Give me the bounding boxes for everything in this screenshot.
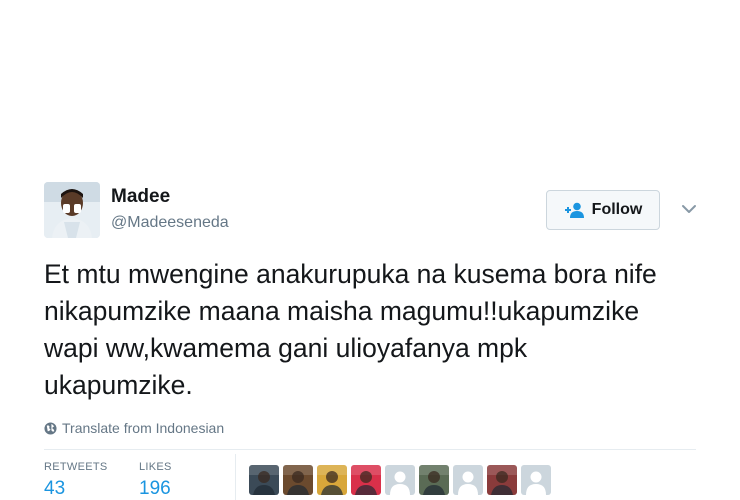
default-avatar-icon [385, 465, 415, 495]
user-avatar[interactable] [44, 182, 100, 238]
retweets-label: RETWEETS [44, 461, 108, 473]
stats-separator [235, 454, 236, 500]
liker-avatar[interactable] [385, 465, 415, 495]
tweet-text: Et mtu mwengine anakurupuka na kusema bo… [44, 259, 657, 400]
likes-label: LIKES [139, 461, 172, 473]
retweets-stat[interactable]: RETWEETS 43 [44, 460, 108, 500]
default-avatar-icon [521, 465, 551, 495]
liker-avatar[interactable] [419, 465, 449, 495]
liker-avatar[interactable] [453, 465, 483, 495]
liker-avatar[interactable] [317, 465, 347, 495]
liker-avatar[interactable] [521, 465, 551, 495]
likes-count: 196 [139, 478, 171, 499]
page: Madee @Madeeseneda Follow Et mtu mwengin… [0, 0, 740, 500]
globe-icon [44, 421, 57, 435]
translate-link[interactable]: Translate from Indonesian [44, 420, 699, 436]
follow-button[interactable]: Follow [546, 190, 660, 230]
display-name[interactable]: Madee [111, 186, 229, 208]
liker-avatar[interactable] [249, 465, 279, 495]
profile-photo [351, 465, 381, 495]
liker-avatar[interactable] [351, 465, 381, 495]
tweet-stats: RETWEETS 43 LIKES 196 [44, 450, 699, 500]
tweet-header: Madee @Madeeseneda Follow [44, 182, 699, 244]
profile-photo [44, 182, 100, 238]
profile-photo [487, 465, 517, 495]
user-names: Madee @Madeeseneda [111, 186, 229, 234]
profile-photo [283, 465, 313, 495]
profile-photo [249, 465, 279, 495]
tweet-card: Madee @Madeeseneda Follow Et mtu mwengin… [44, 182, 699, 500]
chevron-down-icon[interactable] [680, 202, 698, 216]
follow-person-plus-icon [564, 202, 584, 218]
translate-label: Translate from Indonesian [62, 420, 225, 436]
default-avatar-icon [453, 465, 483, 495]
liker-avatars [249, 465, 551, 495]
follow-button-label: Follow [591, 201, 643, 218]
liker-avatar[interactable] [487, 465, 517, 495]
liker-avatar[interactable] [283, 465, 313, 495]
user-handle[interactable]: @Madeeseneda [111, 212, 229, 234]
profile-photo [419, 465, 449, 495]
likes-stat[interactable]: LIKES 196 [139, 460, 172, 500]
profile-photo [317, 465, 347, 495]
retweets-count: 43 [44, 478, 66, 499]
